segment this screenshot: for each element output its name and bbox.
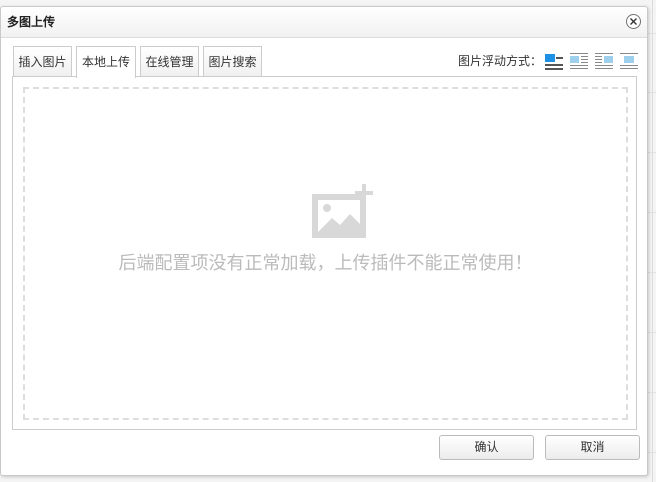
dialog-titlebar[interactable]: 多图上传: [1, 7, 647, 38]
background-divider: [648, 92, 656, 93]
float-left-icon[interactable]: [569, 51, 589, 71]
background-divider: [648, 332, 656, 333]
confirm-button[interactable]: 确认: [439, 435, 534, 460]
tab-local-upload[interactable]: 本地上传: [76, 46, 136, 78]
background-divider: [648, 452, 656, 453]
background-divider: [648, 272, 656, 273]
upload-dropzone[interactable]: 后端配置项没有正常加载，上传插件不能正常使用！: [23, 87, 628, 420]
background-divider: [652, 0, 653, 482]
multi-image-upload-dialog: 多图上传 插入图片 本地上传 在线管理 图片搜索 图片浮动方式： 后端配置项没有…: [0, 6, 648, 476]
backend-config-error-message: 后端配置项没有正常加载，上传插件不能正常使用！: [118, 253, 533, 274]
float-right-icon[interactable]: [594, 51, 614, 71]
float-center-icon[interactable]: [619, 51, 639, 71]
close-icon: [630, 18, 637, 25]
tab-image-search[interactable]: 图片搜索: [203, 46, 262, 76]
close-button[interactable]: [626, 14, 641, 29]
tab-online-manage[interactable]: 在线管理: [140, 46, 199, 76]
float-mode-label: 图片浮动方式：: [458, 54, 543, 68]
upload-panel: 后端配置项没有正常加载，上传插件不能正常使用！: [12, 76, 637, 430]
background-divider: [648, 212, 656, 213]
tab-insert-image[interactable]: 插入图片: [13, 46, 72, 76]
image-add-icon: [310, 184, 376, 244]
cancel-button[interactable]: 取消: [545, 435, 640, 460]
background-divider: [648, 33, 656, 34]
background-divider: [648, 392, 656, 393]
dialog-title: 多图上传: [7, 15, 56, 29]
background-divider: [648, 152, 656, 153]
float-none-icon[interactable]: [544, 51, 564, 71]
